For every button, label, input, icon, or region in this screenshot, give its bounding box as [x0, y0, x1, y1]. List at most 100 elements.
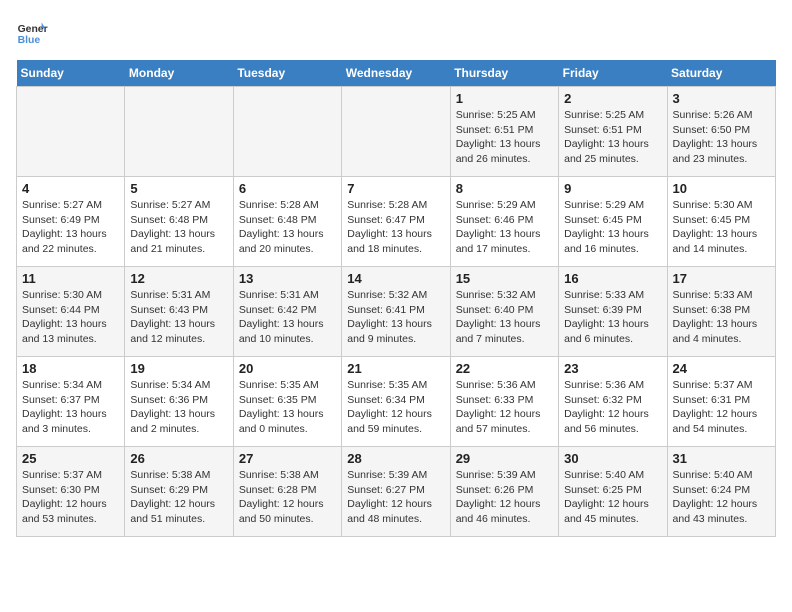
- calendar-cell: [17, 87, 125, 177]
- calendar-cell: 2 Sunrise: 5:25 AM Sunset: 6:51 PM Daylig…: [559, 87, 667, 177]
- day-info: Sunrise: 5:28 AM Sunset: 6:47 PM Dayligh…: [347, 198, 444, 257]
- calendar-cell: 18 Sunrise: 5:34 AM Sunset: 6:37 PM Dayli…: [17, 357, 125, 447]
- calendar-week-row: 11Sunrise: 5:30 AM Sunset: 6:44 PM Dayli…: [17, 267, 776, 357]
- calendar-cell: 8 Sunrise: 5:29 AM Sunset: 6:46 PM Daylig…: [450, 177, 558, 267]
- day-info: Sunrise: 5:33 AM Sunset: 6:38 PM Dayligh…: [673, 288, 770, 347]
- column-header-friday: Friday: [559, 60, 667, 87]
- day-number: 6: [239, 181, 336, 196]
- calendar-cell: 7 Sunrise: 5:28 AM Sunset: 6:47 PM Daylig…: [342, 177, 450, 267]
- day-info: Sunrise: 5:33 AM Sunset: 6:39 PM Dayligh…: [564, 288, 661, 347]
- day-info: Sunrise: 5:31 AM Sunset: 6:42 PM Dayligh…: [239, 288, 336, 347]
- column-header-thursday: Thursday: [450, 60, 558, 87]
- calendar-cell: [233, 87, 341, 177]
- calendar-cell: 20Sunrise: 5:35 AM Sunset: 6:35 PM Dayli…: [233, 357, 341, 447]
- day-number: 22: [456, 361, 553, 376]
- calendar-cell: 31 Sunrise: 5:40 AM Sunset: 6:24 PM Dayli…: [667, 447, 775, 537]
- day-number: 20: [239, 361, 336, 376]
- calendar-cell: 12 Sunrise: 5:31 AM Sunset: 6:43 PM Dayli…: [125, 267, 233, 357]
- calendar-cell: 27Sunrise: 5:38 AM Sunset: 6:28 PM Dayli…: [233, 447, 341, 537]
- calendar-header-row: SundayMondayTuesdayWednesdayThursdayFrid…: [17, 60, 776, 87]
- day-number: 19: [130, 361, 227, 376]
- day-info: Sunrise: 5:40 AM Sunset: 6:25 PM Dayligh…: [564, 468, 661, 527]
- calendar-cell: 21Sunrise: 5:35 AM Sunset: 6:34 PM Dayli…: [342, 357, 450, 447]
- day-info: Sunrise: 5:35 AM Sunset: 6:34 PM Dayligh…: [347, 378, 444, 437]
- day-number: 10: [673, 181, 770, 196]
- calendar-cell: 4Sunrise: 5:27 AM Sunset: 6:49 PM Daylig…: [17, 177, 125, 267]
- calendar-cell: 14Sunrise: 5:32 AM Sunset: 6:41 PM Dayli…: [342, 267, 450, 357]
- day-number: 31: [673, 451, 770, 466]
- calendar-cell: 25 Sunrise: 5:37 AM Sunset: 6:30 PM Dayli…: [17, 447, 125, 537]
- day-number: 30: [564, 451, 661, 466]
- day-number: 7: [347, 181, 444, 196]
- day-info: Sunrise: 5:30 AM Sunset: 6:45 PM Dayligh…: [673, 198, 770, 257]
- day-number: 25: [22, 451, 119, 466]
- calendar-cell: [342, 87, 450, 177]
- day-info: Sunrise: 5:26 AM Sunset: 6:50 PM Dayligh…: [673, 108, 770, 167]
- day-number: 13: [239, 271, 336, 286]
- calendar-cell: 16 Sunrise: 5:33 AM Sunset: 6:39 PM Dayli…: [559, 267, 667, 357]
- calendar-week-row: 25 Sunrise: 5:37 AM Sunset: 6:30 PM Dayli…: [17, 447, 776, 537]
- page-header: General Blue: [16, 16, 776, 48]
- column-header-wednesday: Wednesday: [342, 60, 450, 87]
- day-number: 1: [456, 91, 553, 106]
- day-info: Sunrise: 5:37 AM Sunset: 6:31 PM Dayligh…: [673, 378, 770, 437]
- day-info: Sunrise: 5:38 AM Sunset: 6:29 PM Dayligh…: [130, 468, 227, 527]
- day-number: 24: [673, 361, 770, 376]
- calendar-cell: 24 Sunrise: 5:37 AM Sunset: 6:31 PM Dayli…: [667, 357, 775, 447]
- calendar-cell: 5 Sunrise: 5:27 AM Sunset: 6:48 PM Daylig…: [125, 177, 233, 267]
- day-info: Sunrise: 5:39 AM Sunset: 6:27 PM Dayligh…: [347, 468, 444, 527]
- calendar-week-row: 1 Sunrise: 5:25 AM Sunset: 6:51 PM Daylig…: [17, 87, 776, 177]
- calendar-cell: 30 Sunrise: 5:40 AM Sunset: 6:25 PM Dayli…: [559, 447, 667, 537]
- column-header-tuesday: Tuesday: [233, 60, 341, 87]
- day-number: 5: [130, 181, 227, 196]
- day-info: Sunrise: 5:40 AM Sunset: 6:24 PM Dayligh…: [673, 468, 770, 527]
- day-number: 11: [22, 271, 119, 286]
- day-number: 27: [239, 451, 336, 466]
- calendar-table: SundayMondayTuesdayWednesdayThursdayFrid…: [16, 60, 776, 537]
- day-number: 14: [347, 271, 444, 286]
- day-number: 23: [564, 361, 661, 376]
- calendar-week-row: 4Sunrise: 5:27 AM Sunset: 6:49 PM Daylig…: [17, 177, 776, 267]
- column-header-monday: Monday: [125, 60, 233, 87]
- calendar-cell: 19 Sunrise: 5:34 AM Sunset: 6:36 PM Dayli…: [125, 357, 233, 447]
- day-info: Sunrise: 5:39 AM Sunset: 6:26 PM Dayligh…: [456, 468, 553, 527]
- day-info: Sunrise: 5:31 AM Sunset: 6:43 PM Dayligh…: [130, 288, 227, 347]
- day-number: 12: [130, 271, 227, 286]
- day-info: Sunrise: 5:34 AM Sunset: 6:37 PM Dayligh…: [22, 378, 119, 437]
- day-number: 3: [673, 91, 770, 106]
- day-number: 15: [456, 271, 553, 286]
- day-info: Sunrise: 5:28 AM Sunset: 6:48 PM Dayligh…: [239, 198, 336, 257]
- calendar-cell: [125, 87, 233, 177]
- calendar-cell: 13 Sunrise: 5:31 AM Sunset: 6:42 PM Dayli…: [233, 267, 341, 357]
- calendar-cell: 15 Sunrise: 5:32 AM Sunset: 6:40 PM Dayli…: [450, 267, 558, 357]
- day-info: Sunrise: 5:36 AM Sunset: 6:32 PM Dayligh…: [564, 378, 661, 437]
- day-info: Sunrise: 5:32 AM Sunset: 6:40 PM Dayligh…: [456, 288, 553, 347]
- day-info: Sunrise: 5:34 AM Sunset: 6:36 PM Dayligh…: [130, 378, 227, 437]
- calendar-cell: 29 Sunrise: 5:39 AM Sunset: 6:26 PM Dayli…: [450, 447, 558, 537]
- calendar-cell: 23 Sunrise: 5:36 AM Sunset: 6:32 PM Dayli…: [559, 357, 667, 447]
- day-info: Sunrise: 5:27 AM Sunset: 6:48 PM Dayligh…: [130, 198, 227, 257]
- calendar-cell: 28 Sunrise: 5:39 AM Sunset: 6:27 PM Dayli…: [342, 447, 450, 537]
- day-number: 26: [130, 451, 227, 466]
- day-info: Sunrise: 5:37 AM Sunset: 6:30 PM Dayligh…: [22, 468, 119, 527]
- calendar-cell: 1 Sunrise: 5:25 AM Sunset: 6:51 PM Daylig…: [450, 87, 558, 177]
- day-number: 17: [673, 271, 770, 286]
- day-number: 4: [22, 181, 119, 196]
- calendar-cell: 6 Sunrise: 5:28 AM Sunset: 6:48 PM Daylig…: [233, 177, 341, 267]
- calendar-cell: 10 Sunrise: 5:30 AM Sunset: 6:45 PM Dayli…: [667, 177, 775, 267]
- day-number: 28: [347, 451, 444, 466]
- logo-icon: General Blue: [16, 16, 48, 48]
- day-info: Sunrise: 5:29 AM Sunset: 6:46 PM Dayligh…: [456, 198, 553, 257]
- day-number: 18: [22, 361, 119, 376]
- day-number: 2: [564, 91, 661, 106]
- day-number: 9: [564, 181, 661, 196]
- column-header-saturday: Saturday: [667, 60, 775, 87]
- day-info: Sunrise: 5:25 AM Sunset: 6:51 PM Dayligh…: [564, 108, 661, 167]
- day-info: Sunrise: 5:25 AM Sunset: 6:51 PM Dayligh…: [456, 108, 553, 167]
- day-number: 29: [456, 451, 553, 466]
- day-number: 8: [456, 181, 553, 196]
- logo: General Blue: [16, 16, 48, 48]
- calendar-cell: 17 Sunrise: 5:33 AM Sunset: 6:38 PM Dayli…: [667, 267, 775, 357]
- calendar-week-row: 18 Sunrise: 5:34 AM Sunset: 6:37 PM Dayli…: [17, 357, 776, 447]
- day-number: 16: [564, 271, 661, 286]
